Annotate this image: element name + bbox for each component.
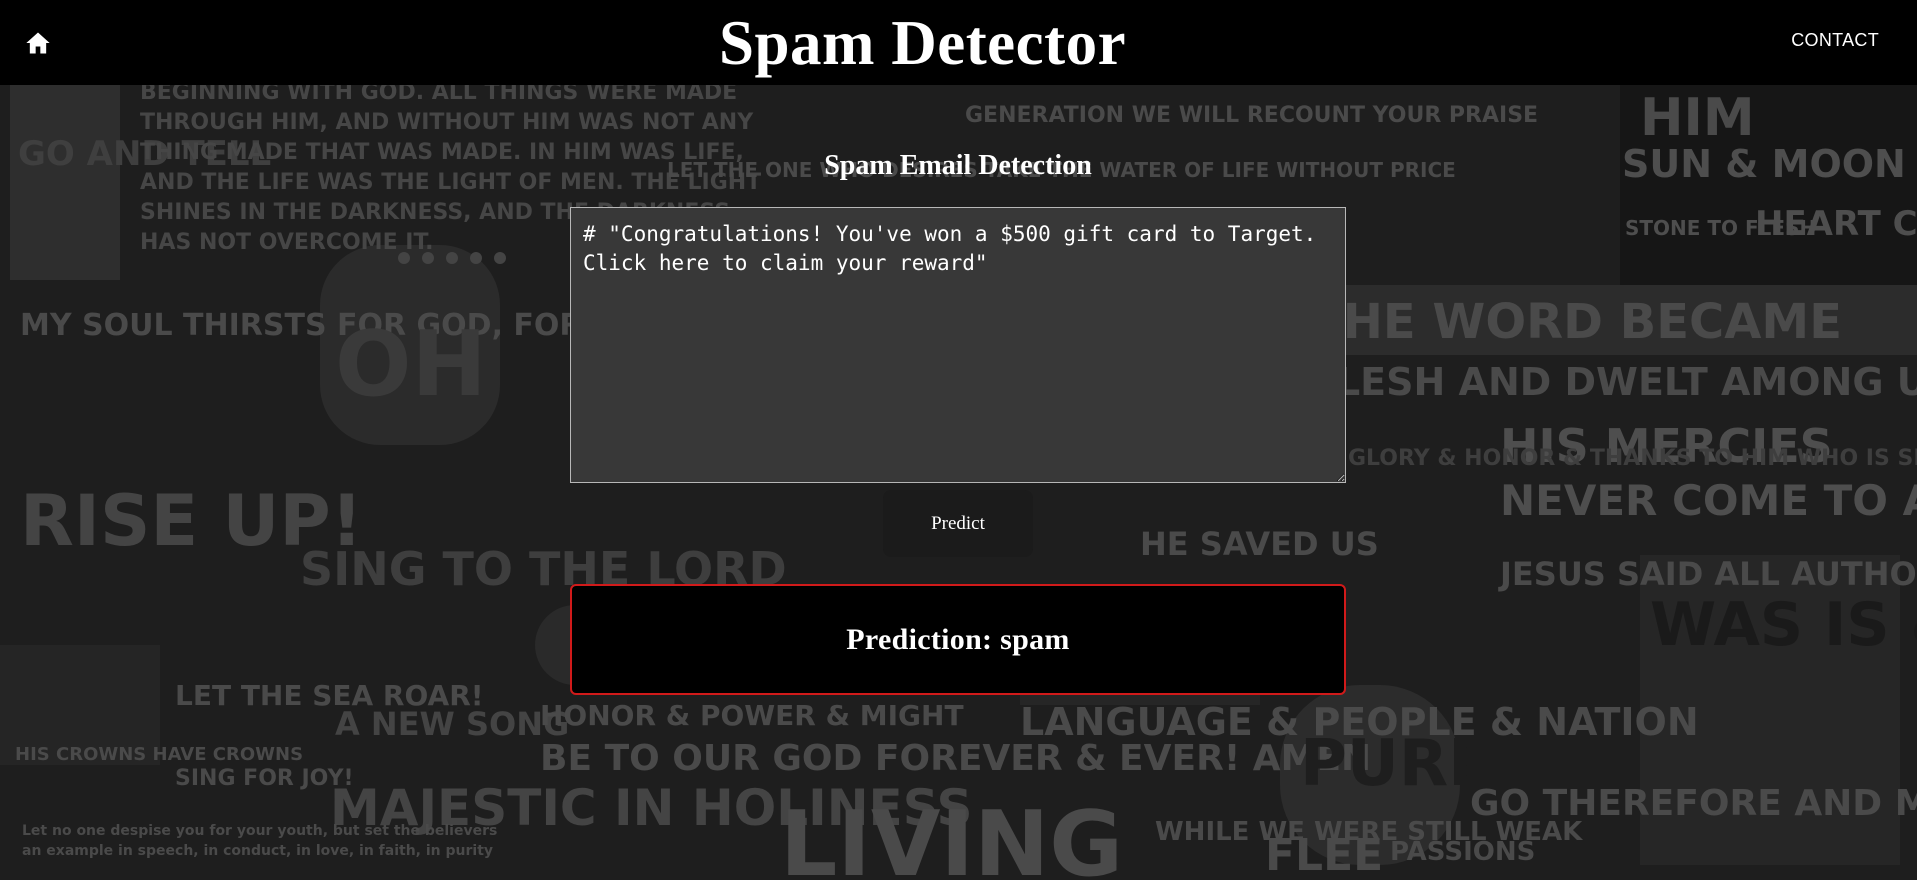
svg-text:Let no one despise you for you: Let no one despise you for your youth, b… — [22, 823, 497, 839]
svg-text:HONOR & POWER & MIGHT: HONOR & POWER & MIGHT — [540, 699, 964, 732]
svg-text:an example in speech, in condu: an example in speech, in conduct, in lov… — [22, 843, 493, 859]
svg-text:HAS NOT OVERCOME IT.: HAS NOT OVERCOME IT. — [140, 230, 433, 255]
svg-text:NEVER COME TO AN END: NEVER COME TO AN END — [1500, 476, 1917, 525]
svg-text:FLEE: FLEE — [1265, 830, 1383, 880]
svg-text:GLORY & HONOR & THANKS TO HIM: GLORY & HONOR & THANKS TO HIM WHO IS SEA… — [1348, 446, 1917, 471]
svg-text:OH: OH — [335, 312, 487, 417]
svg-text:WAS IS & IS TO COME: WAS IS & IS TO COME — [1650, 590, 1917, 660]
svg-text:GENERATION WE WILL RECOUNT YOU: GENERATION WE WILL RECOUNT YOUR PRAISE — [965, 103, 1538, 128]
svg-text:PASSIONS: PASSIONS — [1390, 837, 1535, 867]
svg-text:LET THE SEA ROAR!: LET THE SEA ROAR! — [175, 679, 484, 712]
predict-button[interactable]: Predict — [883, 490, 1033, 557]
page: GO AND TELL BEGINNING WITH GOD. ALL THIN… — [0, 0, 1917, 880]
svg-text:SUN & MOON: SUN & MOON — [1622, 142, 1906, 186]
svg-text:SING FOR JOY!: SING FOR JOY! — [175, 766, 354, 791]
svg-text:HIM: HIM — [1640, 88, 1755, 148]
contact-link[interactable]: CONTACT — [1791, 30, 1879, 51]
prediction-result-text: Prediction: spam — [846, 622, 1070, 656]
svg-text:THE WORD BECAME: THE WORD BECAME — [1310, 294, 1842, 350]
svg-text:JESUS SAID ALL AUTHORITY HAS B: JESUS SAID ALL AUTHORITY HAS BEEN GIVEN … — [1498, 555, 1917, 593]
svg-text:HE SAVED US: HE SAVED US — [1140, 525, 1379, 563]
svg-text:LIVING: LIVING — [780, 792, 1123, 880]
svg-text:HIS CROWNS HAVE CROWNS: HIS CROWNS HAVE CROWNS — [15, 744, 303, 765]
email-text-input[interactable]: # "Congratulations! You've won a $500 gi… — [570, 207, 1346, 483]
prediction-result-box: Prediction: spam — [570, 584, 1346, 695]
svg-text:FLESH AND DWELT AMONG US: FLESH AND DWELT AMONG US — [1310, 360, 1917, 404]
top-navbar: Spam Detector CONTACT — [0, 0, 1917, 85]
svg-text:BE TO OUR GOD FOREVER & EVER!: BE TO OUR GOD FOREVER & EVER! AMEN — [540, 738, 1371, 779]
svg-text:THROUGH HIM, AND WITHOUT HIM W: THROUGH HIM, AND WITHOUT HIM WAS NOT ANY — [140, 110, 754, 135]
svg-text:BEGINNING WITH GOD. ALL THINGS: BEGINNING WITH GOD. ALL THINGS WERE MADE — [140, 85, 737, 105]
svg-text:HEART CHANGE: HEART CHANGE — [1755, 204, 1917, 244]
svg-text:PURE: PURE — [1300, 727, 1492, 801]
site-title: Spam Detector — [718, 8, 1127, 78]
form-heading: Spam Email Detection — [824, 150, 1092, 181]
